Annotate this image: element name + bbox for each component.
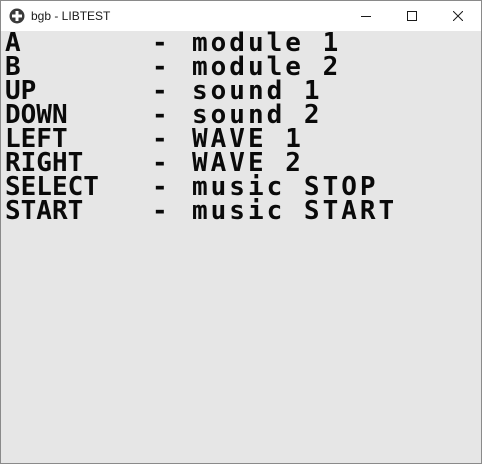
emulator-screen[interactable]: A - module 1 B - module 2 UP - sound 1 DOWN - so… bbox=[1, 31, 481, 463]
mapping-line-start: START - music START bbox=[5, 196, 398, 226]
gamepad-cross-icon[interactable] bbox=[9, 8, 25, 24]
button-mapping-list: A - module 1 B - module 2 UP - sound 1 DOWN - so… bbox=[5, 31, 398, 226]
window-title: bgb - LIBTEST bbox=[31, 9, 111, 23]
mapping-separator: - bbox=[152, 196, 168, 226]
minimize-icon bbox=[361, 16, 371, 17]
title-bar[interactable]: bgb - LIBTEST bbox=[1, 1, 481, 31]
maximize-icon bbox=[407, 11, 417, 21]
mapping-key: START bbox=[5, 196, 84, 226]
minimize-button[interactable] bbox=[343, 1, 389, 31]
mapping-action: music START bbox=[192, 196, 398, 226]
mapping-key: A bbox=[5, 31, 21, 58]
close-button[interactable] bbox=[435, 1, 481, 31]
maximize-button[interactable] bbox=[389, 1, 435, 31]
close-icon bbox=[453, 11, 463, 21]
app-window: bgb - LIBTEST A - module 1 B - module 2 UP - s… bbox=[0, 0, 482, 464]
